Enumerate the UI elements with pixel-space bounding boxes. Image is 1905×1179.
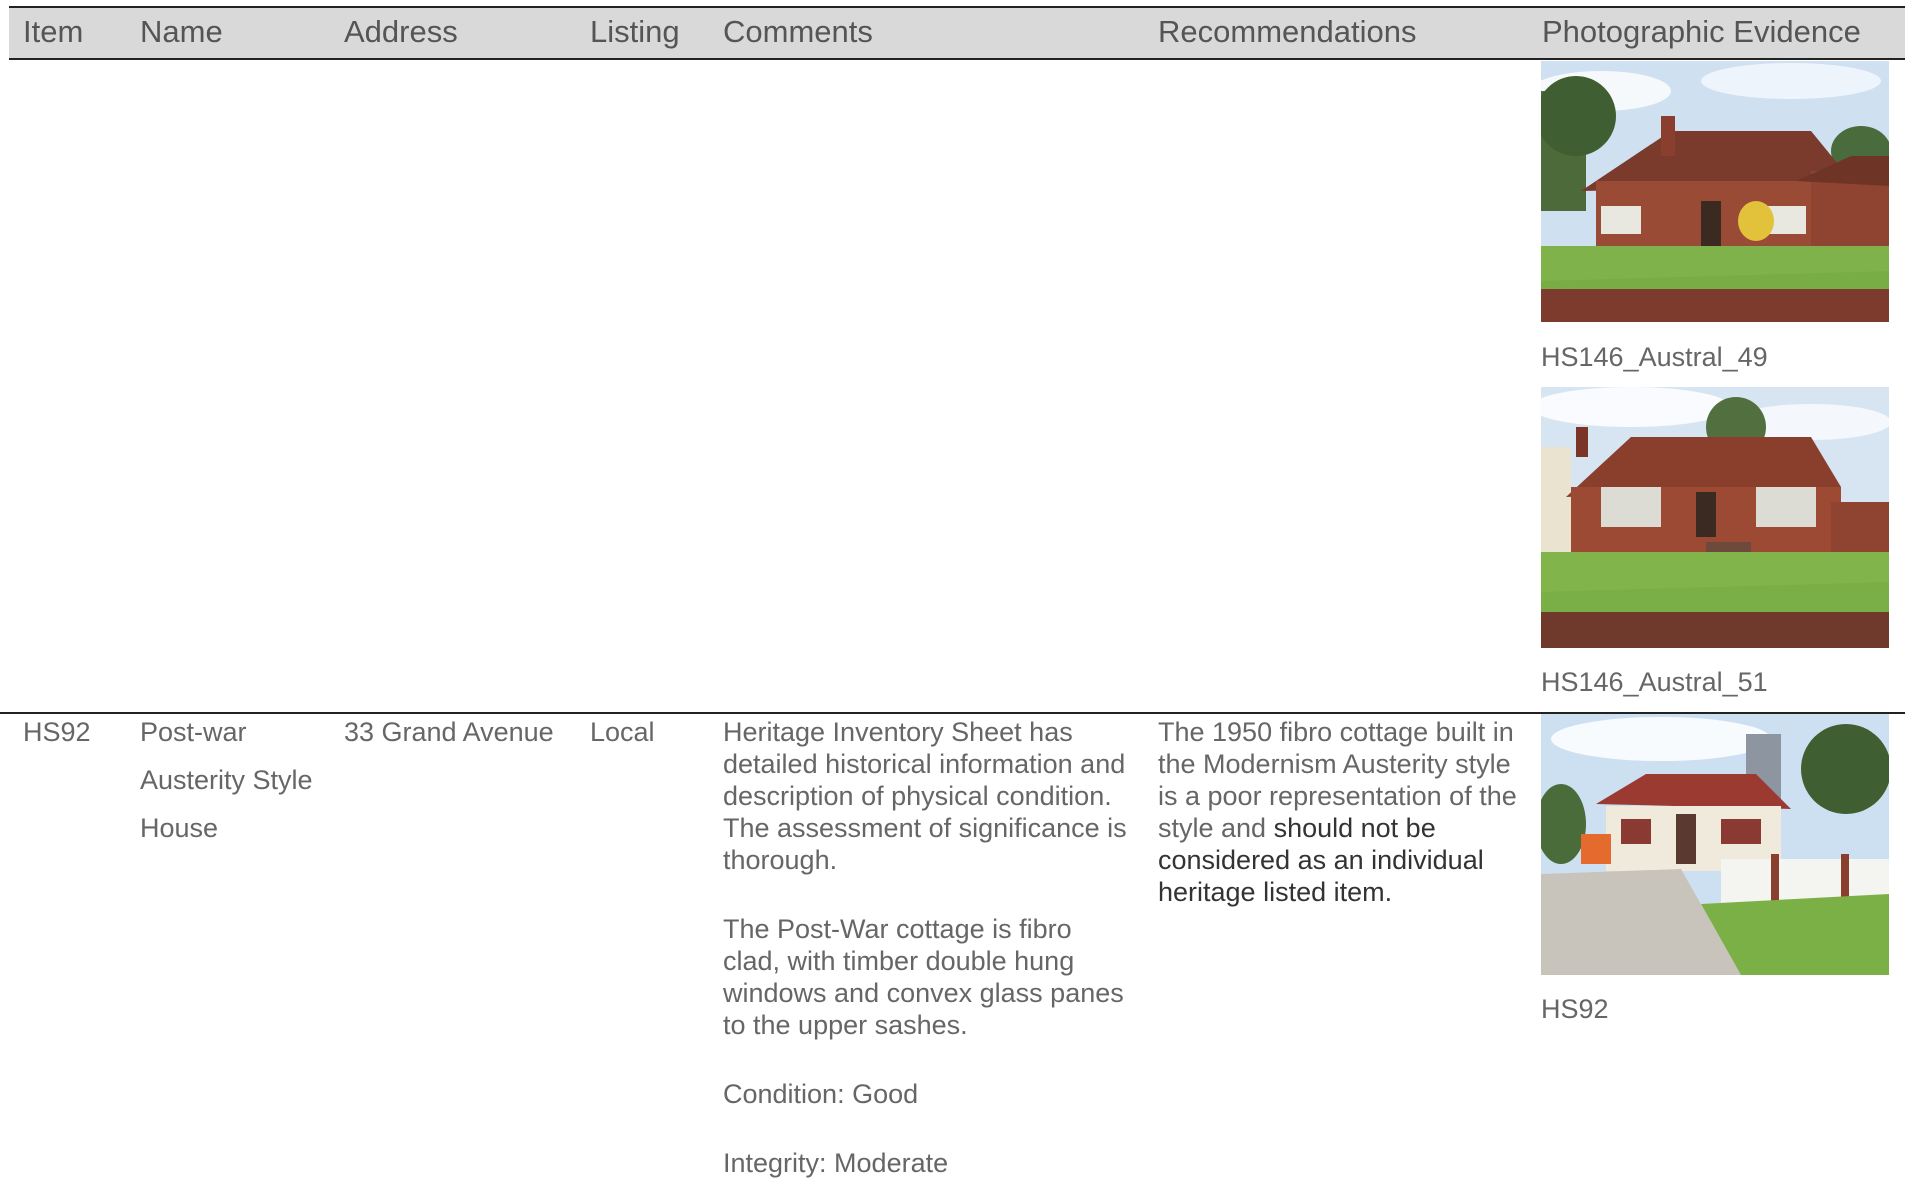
item-listing: Local — [590, 717, 655, 747]
comments-paragraph: Heritage Inventory Sheet has detailed hi… — [723, 717, 1127, 875]
comments-paragraph: The Post-War cottage is fibro clad, with… — [723, 914, 1124, 1040]
house-photo-hs92 — [1541, 714, 1889, 975]
item-recommendations: The 1950 fibro cottage built in the Mode… — [1158, 716, 1528, 908]
item-id: HS92 — [23, 717, 91, 747]
photo-caption: HS146_Austral_49 — [1541, 342, 1768, 372]
header-name: Name — [140, 14, 223, 49]
item-name-line: Austerity Style — [140, 765, 313, 795]
header-item: Item — [23, 14, 84, 49]
item-name-line: House — [140, 813, 219, 843]
item-name: Post-war Austerity Style House — [140, 708, 340, 852]
item-comments: Heritage Inventory Sheet has detailed hi… — [723, 716, 1133, 1179]
header-recommendations: Recommendations — [1158, 14, 1417, 49]
item-address: 33 Grand Avenue — [344, 717, 554, 747]
header-address: Address — [344, 14, 458, 49]
house-photo-austral-49 — [1541, 61, 1889, 322]
photo-caption: HS146_Austral_51 — [1541, 667, 1768, 697]
header-comments: Comments — [723, 14, 873, 49]
item-name-line: Post-war — [140, 717, 247, 747]
table-header: Item Name Address Listing Comments Recom… — [9, 6, 1905, 60]
photo-caption: HS92 — [1541, 994, 1609, 1024]
house-photo-austral-51 — [1541, 387, 1889, 648]
integrity-text: Integrity: Moderate — [723, 1148, 949, 1178]
condition-text: Condition: Good — [723, 1079, 919, 1109]
header-photographic-evidence: Photographic Evidence — [1542, 14, 1861, 49]
header-listing: Listing — [590, 14, 680, 49]
